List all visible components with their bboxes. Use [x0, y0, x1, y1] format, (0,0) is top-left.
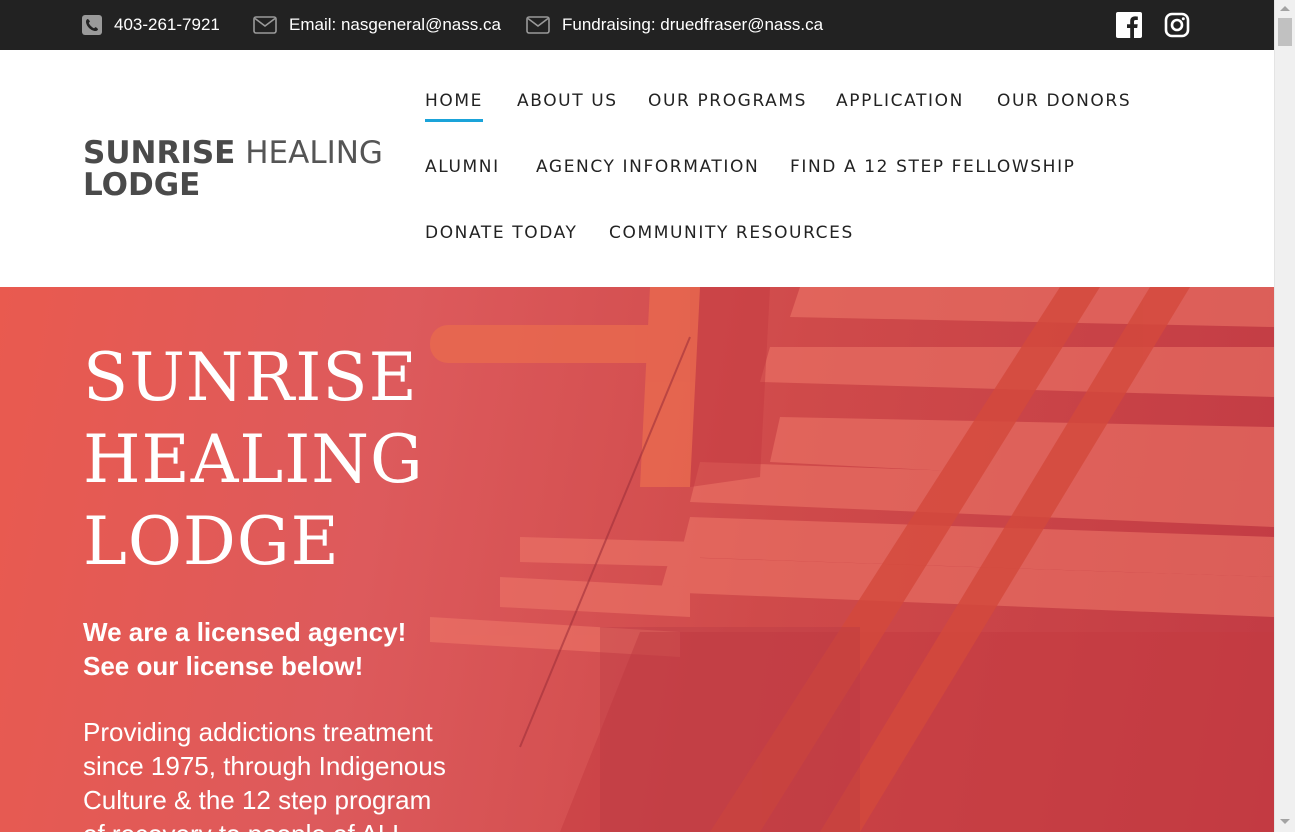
- nav-donate-today[interactable]: DONATE TODAY: [425, 223, 577, 243]
- nav-application[interactable]: APPLICATION: [836, 91, 964, 111]
- site-logo[interactable]: SUNRISE HEALING LODGE: [83, 137, 383, 201]
- hero-subtitle-line: We are a licensed agency!: [83, 617, 407, 647]
- logo-word-lodge: LODGE: [83, 167, 201, 203]
- scroll-up-icon[interactable]: [1280, 6, 1290, 11]
- hero-body-line: Culture & the 12 step program: [83, 785, 432, 815]
- logo-word-sunrise: SUNRISE: [83, 135, 236, 171]
- hero-banner: SUNRISE HEALING LODGE We are a licensed …: [0, 287, 1274, 832]
- email-contact[interactable]: Email: nasgeneral@nass.ca: [253, 0, 501, 50]
- hero-title-line: LODGE: [83, 503, 340, 580]
- facebook-icon: [1116, 12, 1142, 38]
- nav-find-12-step[interactable]: FIND A 12 STEP FELLOWSHIP: [790, 157, 1076, 177]
- scroll-down-icon[interactable]: [1280, 819, 1290, 824]
- logo-word-healing: HEALING: [245, 135, 383, 171]
- nav-home[interactable]: HOME: [425, 91, 483, 122]
- hero-title-line: HEALING: [83, 421, 424, 498]
- hero-body-line: Providing addictions treatment: [83, 717, 433, 747]
- top-bar: 403-261-7921 Email: nasgeneral@nass.ca F…: [0, 0, 1274, 50]
- hero-subtitle-line: See our license below!: [83, 651, 364, 681]
- phone-icon: [82, 15, 102, 35]
- hero-license-note: We are a licensed agency! See our licens…: [83, 615, 503, 683]
- hero-body-line: since 1975, through Indigenous: [83, 751, 446, 781]
- nav-our-programs[interactable]: OUR PROGRAMS: [648, 91, 807, 111]
- hero-body-line: of recovery to people of ALL: [83, 817, 503, 832]
- site-header: SUNRISE HEALING LODGE HOME ABOUT US OUR …: [0, 50, 1274, 287]
- phone-contact[interactable]: 403-261-7921: [82, 0, 220, 50]
- fundraising-contact[interactable]: Fundraising: druedfraser@nass.ca: [526, 0, 823, 50]
- fundraising-text: Fundraising: druedfraser@nass.ca: [562, 15, 824, 34]
- hero-title-line: SUNRISE: [83, 339, 418, 416]
- nav-about-us[interactable]: ABOUT US: [517, 91, 618, 111]
- phone-number: 403-261-7921: [114, 15, 220, 34]
- instagram-link[interactable]: [1164, 12, 1190, 42]
- nav-alumni[interactable]: ALUMNI: [425, 157, 500, 177]
- mail-icon: [526, 16, 550, 34]
- mail-icon: [253, 16, 277, 34]
- hero-title: SUNRISE HEALING LODGE: [83, 337, 683, 583]
- facebook-link[interactable]: [1116, 12, 1142, 42]
- instagram-icon: [1164, 12, 1190, 38]
- page-scrollbar[interactable]: [1274, 0, 1295, 832]
- hero-description: Providing addictions treatment since 197…: [83, 715, 503, 832]
- scrollbar-thumb[interactable]: [1278, 18, 1292, 46]
- email-text: Email: nasgeneral@nass.ca: [289, 15, 501, 34]
- nav-community-resources[interactable]: COMMUNITY RESOURCES: [609, 223, 854, 243]
- nav-our-donors[interactable]: OUR DONORS: [997, 91, 1131, 111]
- page: 403-261-7921 Email: nasgeneral@nass.ca F…: [0, 0, 1274, 832]
- nav-agency-information[interactable]: AGENCY INFORMATION: [536, 157, 759, 177]
